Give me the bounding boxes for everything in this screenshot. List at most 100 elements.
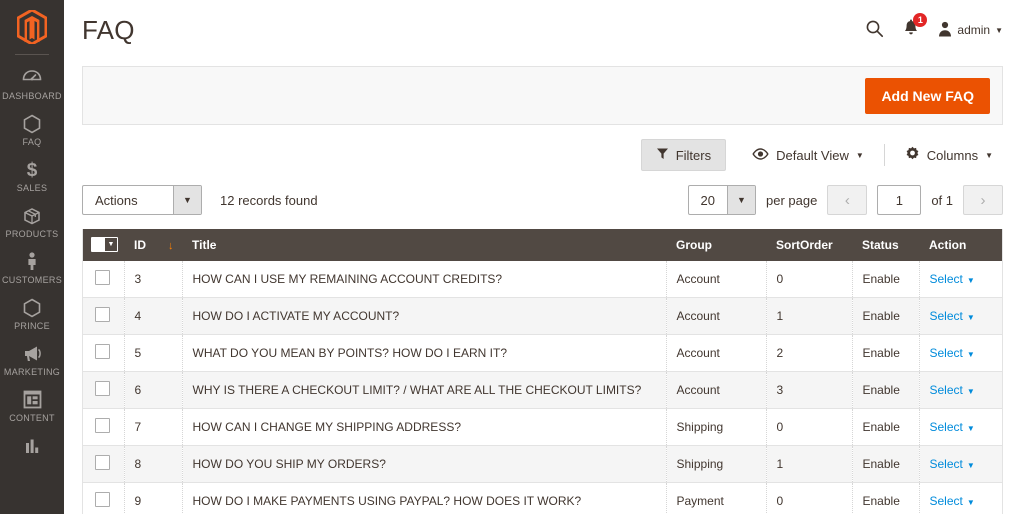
sidebar-item-marketing[interactable]: MARKETING xyxy=(0,337,64,383)
cell-action[interactable]: Select ▼ xyxy=(919,261,1002,298)
row-select-action[interactable]: Select xyxy=(930,494,963,508)
sidebar-item-prince[interactable]: PRINCE xyxy=(0,291,64,337)
default-view-dropdown[interactable]: Default View ▼ xyxy=(742,141,874,170)
cell-status: Enable xyxy=(852,371,920,409)
cell-action[interactable]: Select ▼ xyxy=(919,334,1002,372)
row-checkbox[interactable] xyxy=(95,381,110,396)
cell-group: Account xyxy=(666,261,767,298)
cell-title: HOW CAN I USE MY REMAINING ACCOUNT CREDI… xyxy=(182,261,667,298)
cell-sortorder: 1 xyxy=(766,445,853,483)
account-menu[interactable]: admin ▼ xyxy=(938,21,1003,40)
row-checkbox[interactable] xyxy=(95,418,110,433)
grid-toolbar: Filters Default View ▼ Columns ▼ xyxy=(82,137,1003,173)
per-page-label: per page xyxy=(765,192,818,208)
magento-logo[interactable] xyxy=(0,0,64,54)
row-select-action[interactable]: Select xyxy=(930,420,963,434)
table-row[interactable]: 9 HOW DO I MAKE PAYMENTS USING PAYPAL? HO… xyxy=(83,482,1002,514)
row-select-action[interactable]: Select xyxy=(930,346,963,360)
row-checkbox-cell[interactable] xyxy=(83,297,125,335)
column-label-id: ID xyxy=(134,238,146,252)
row-checkbox-cell[interactable] xyxy=(83,408,125,446)
eye-icon xyxy=(752,147,769,163)
row-select-action[interactable]: Select xyxy=(930,383,963,397)
cell-sortorder: 0 xyxy=(766,408,853,446)
row-checkbox-cell[interactable] xyxy=(83,482,125,514)
previous-page-button[interactable]: ‹ xyxy=(827,185,868,215)
cell-action[interactable]: Select ▼ xyxy=(919,408,1002,446)
main-content: FAQ 1 admin ▼ Add New FAQ Filters Defaul… xyxy=(64,0,1021,514)
select-all-dropdown[interactable]: ▼ xyxy=(91,236,118,252)
cell-action[interactable]: Select ▼ xyxy=(919,297,1002,335)
search-button[interactable] xyxy=(865,19,884,41)
sidebar-item-customers[interactable]: CUSTOMERS xyxy=(0,245,64,291)
notifications-button[interactable]: 1 xyxy=(902,13,928,41)
person-icon xyxy=(0,251,64,273)
table-row[interactable]: 5 WHAT DO YOU MEAN BY POINTS? HOW DO I EA… xyxy=(83,334,1002,372)
sidebar-item-content[interactable]: CONTENT xyxy=(0,383,64,429)
table-row[interactable]: 4 HOW DO I ACTIVATE MY ACCOUNT? Account 1 En… xyxy=(83,297,1002,335)
cell-sortorder: 2 xyxy=(766,334,853,372)
add-new-faq-button[interactable]: Add New FAQ xyxy=(865,77,990,114)
sidebar-item-reports[interactable] xyxy=(0,429,64,465)
row-checkbox[interactable] xyxy=(95,344,110,359)
select-all-checkbox[interactable] xyxy=(92,237,105,251)
page-header: FAQ 1 admin ▼ xyxy=(64,0,1021,60)
row-checkbox[interactable] xyxy=(95,455,110,470)
row-checkbox-cell[interactable] xyxy=(83,371,125,409)
row-checkbox[interactable] xyxy=(95,492,110,507)
column-header-select-all[interactable]: ▼ xyxy=(83,229,124,261)
column-header-sortorder[interactable]: SortOrder xyxy=(766,229,852,261)
cell-action[interactable]: Select ▼ xyxy=(919,482,1002,514)
table-row[interactable]: 3 HOW CAN I USE MY REMAINING ACCOUNT CRED… xyxy=(83,261,1002,298)
column-header-status[interactable]: Status xyxy=(852,229,919,261)
row-checkbox-cell[interactable] xyxy=(83,445,125,483)
bar-chart-icon xyxy=(0,435,64,457)
cell-action[interactable]: Select ▼ xyxy=(919,371,1002,409)
column-header-group[interactable]: Group xyxy=(666,229,766,261)
row-select-action[interactable]: Select xyxy=(930,309,963,323)
column-header-title[interactable]: Title xyxy=(182,229,666,261)
table-row[interactable]: 8 HOW DO YOU SHIP MY ORDERS? Shipping 1 Enab… xyxy=(83,445,1002,483)
cell-sortorder: 0 xyxy=(766,261,853,298)
cell-id: 3 xyxy=(124,261,183,298)
total-pages-label: of 1 xyxy=(931,192,953,208)
row-select-action[interactable]: Select xyxy=(930,272,963,286)
chevron-down-icon: ▼ xyxy=(855,150,864,160)
sidebar-item-faq[interactable]: FAQ xyxy=(0,107,64,153)
search-icon xyxy=(865,19,884,41)
filters-button[interactable]: Filters xyxy=(640,139,727,171)
table-row[interactable]: 7 HOW CAN I CHANGE MY SHIPPING ADDRESS? Sh… xyxy=(83,408,1002,446)
chevron-down-icon: ▼ xyxy=(966,276,975,285)
sidebar-item-products[interactable]: PRODUCTS xyxy=(0,199,64,245)
column-header-id[interactable]: ID ↓ xyxy=(124,229,182,261)
sidebar-label-prince: PRINCE xyxy=(14,321,50,331)
sidebar-item-dashboard[interactable]: DASHBOARD xyxy=(0,61,64,107)
row-checkbox-cell[interactable] xyxy=(83,334,125,372)
chevron-down-icon[interactable]: ▼ xyxy=(726,186,755,214)
box-icon xyxy=(0,205,64,227)
cell-status: Enable xyxy=(852,408,920,446)
cell-action[interactable]: Select ▼ xyxy=(919,445,1002,483)
chevron-down-icon[interactable]: ▼ xyxy=(105,237,117,251)
mass-actions-select[interactable]: Actions ▼ xyxy=(82,185,202,215)
admin-sidebar: DASHBOARD FAQ $ SALES PRODUCTS CUSTOMERS… xyxy=(0,0,64,514)
row-checkbox-cell[interactable] xyxy=(83,261,125,298)
cell-title: HOW CAN I CHANGE MY SHIPPING ADDRESS? xyxy=(182,408,667,446)
cell-id: 9 xyxy=(124,482,183,514)
cell-sortorder: 0 xyxy=(766,482,853,514)
page-number-input[interactable] xyxy=(877,185,922,215)
row-select-action[interactable]: Select xyxy=(930,457,963,471)
row-checkbox[interactable] xyxy=(95,270,110,285)
next-page-button[interactable]: › xyxy=(963,185,1003,215)
megaphone-icon xyxy=(0,343,64,365)
notification-count-badge: 1 xyxy=(913,13,928,27)
cell-group: Payment xyxy=(666,482,767,514)
table-row[interactable]: 6 WHY IS THERE A CHECKOUT LIMIT? / WHAT A… xyxy=(83,371,1002,409)
sort-desc-icon: ↓ xyxy=(168,240,174,252)
per-page-select[interactable]: 20 ▼ xyxy=(687,185,756,215)
row-checkbox[interactable] xyxy=(95,307,110,322)
columns-dropdown[interactable]: Columns ▼ xyxy=(895,139,1003,171)
chevron-down-icon[interactable]: ▼ xyxy=(173,186,201,214)
pagination: 20 ▼ per page ‹ of 1 › xyxy=(687,185,1003,215)
sidebar-item-sales[interactable]: $ SALES xyxy=(0,153,64,199)
